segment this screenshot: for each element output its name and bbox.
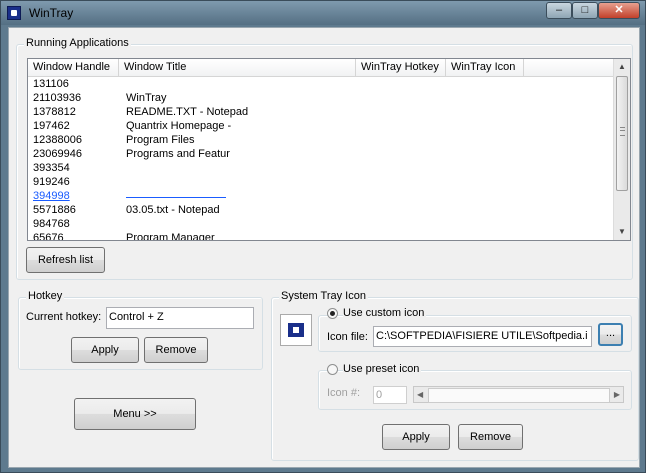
list-item[interactable]: 984768 [28, 217, 613, 231]
tray-remove-button[interactable]: Remove [458, 424, 523, 450]
window-handle: 5571886 [33, 204, 76, 216]
window-title-cell: Program Files [126, 134, 195, 146]
use-custom-icon-label[interactable]: Use custom icon [343, 307, 427, 319]
window-handle: 919246 [33, 176, 70, 188]
system-tray-icon-title: System Tray Icon [279, 290, 368, 302]
list-item[interactable]: 65676 Program Manager [28, 231, 613, 241]
column-header-wintray-icon[interactable]: WinTray Icon [446, 59, 524, 76]
use-preset-icon-label[interactable]: Use preset icon [343, 363, 422, 375]
scroll-left-icon[interactable]: ◀ [417, 387, 423, 402]
list-item[interactable]: 131106 [28, 77, 613, 91]
grip-icon [620, 127, 625, 136]
window-handle: 23069946 [33, 148, 82, 160]
hotkey-apply-button[interactable]: Apply [71, 337, 139, 363]
list-item[interactable]: 12388006 Program Files [28, 133, 613, 147]
menu-button[interactable]: Menu >> [74, 398, 196, 430]
list-item[interactable]: 21103936 WinTray [28, 91, 613, 105]
hotkey-remove-button[interactable]: Remove [144, 337, 208, 363]
client-area: Running Applications Window Handle Windo… [8, 27, 640, 468]
browse-button[interactable]: ... [598, 323, 623, 346]
window-handle: 21103936 [33, 92, 82, 104]
window-title-cell: README.TXT - Notepad [126, 106, 249, 118]
window-title-cell: Programs and Featur [126, 148, 230, 160]
current-hotkey-label: Current hotkey: [26, 311, 102, 323]
minimize-button[interactable]: – [546, 2, 572, 19]
list-rows: 131106 21103936 WinTray 1378812 README.TXT… [28, 77, 613, 241]
use-preset-icon-radio[interactable] [327, 364, 338, 375]
icon-preview [280, 314, 312, 346]
window-handle: 1378812 [33, 106, 76, 118]
applications-list[interactable]: Window Handle Window Title WinTray Hotke… [27, 58, 631, 241]
scroll-right-icon[interactable]: ▶ [614, 387, 620, 402]
list-item[interactable]: 393354 [28, 161, 613, 175]
list-header: Window Handle Window Title WinTray Hotke… [28, 59, 613, 77]
window-title: WinTray [29, 6, 74, 20]
column-header-window-title[interactable]: Window Title [119, 59, 356, 76]
icon-file-label: Icon file: [327, 331, 368, 343]
window-handle: 131106 [33, 78, 69, 90]
icon-file-input[interactable]: C:\SOFTPEDIA\FISIERE UTILE\Softpedia.i [373, 326, 592, 347]
window-title-cell [126, 189, 226, 198]
window-handle: 12388006 [33, 134, 82, 146]
icon-number-input[interactable]: 0 [373, 386, 407, 404]
window-handle: 394998 [33, 190, 70, 202]
hotkey-input[interactable]: Control + Z [106, 307, 254, 329]
list-item-hover[interactable]: 394998 [28, 189, 613, 203]
title-bar[interactable]: WinTray – □ ✕ [1, 1, 645, 25]
scrollbar-thumb[interactable] [616, 76, 628, 191]
list-item[interactable]: 197462 Quantrix Homepage - [28, 119, 613, 133]
maximize-button[interactable]: □ [572, 2, 598, 19]
window-title-cell: Quantrix Homepage - [126, 120, 232, 132]
wintray-window: WinTray – □ ✕ Running Applications Windo… [0, 0, 646, 473]
icon-number-label: Icon #: [327, 387, 361, 399]
close-button[interactable]: ✕ [598, 2, 640, 19]
slider-thumb[interactable] [428, 388, 610, 403]
column-header-wintray-hotkey[interactable]: WinTray Hotkey [356, 59, 446, 76]
list-item[interactable]: 1378812 README.TXT - Notepad [28, 105, 613, 119]
window-handle: 197462 [33, 120, 70, 132]
window-title-cell: Program Manager [126, 232, 215, 241]
icon-number-slider[interactable]: ◀ ▶ [413, 386, 624, 403]
tray-apply-button[interactable]: Apply [382, 424, 450, 450]
scroll-up-icon[interactable]: ▲ [614, 59, 630, 75]
refresh-list-label: Refresh list [37, 254, 94, 266]
list-vertical-scrollbar[interactable]: ▲ ▼ [613, 59, 630, 240]
tray-icon [288, 323, 304, 337]
list-item[interactable]: 919246 [28, 175, 613, 189]
app-icon [7, 6, 21, 20]
list-item[interactable]: 23069946 Programs and Featur [28, 147, 613, 161]
window-handle: 984768 [33, 218, 70, 230]
refresh-list-button[interactable]: Refresh list [26, 247, 105, 273]
running-applications-title: Running Applications [24, 37, 131, 49]
use-custom-icon-radio[interactable] [327, 308, 338, 319]
window-handle: 65676 [33, 232, 64, 241]
column-header-window-handle[interactable]: Window Handle [28, 59, 119, 76]
scroll-down-icon[interactable]: ▼ [614, 224, 630, 240]
hotkey-group-title: Hotkey [26, 290, 65, 302]
window-title-cell: 03.05.txt - Notepad [126, 204, 220, 216]
list-item[interactable]: 5571886 03.05.txt - Notepad [28, 203, 613, 217]
window-title-cell: WinTray [126, 92, 167, 104]
window-handle: 393354 [33, 162, 70, 174]
